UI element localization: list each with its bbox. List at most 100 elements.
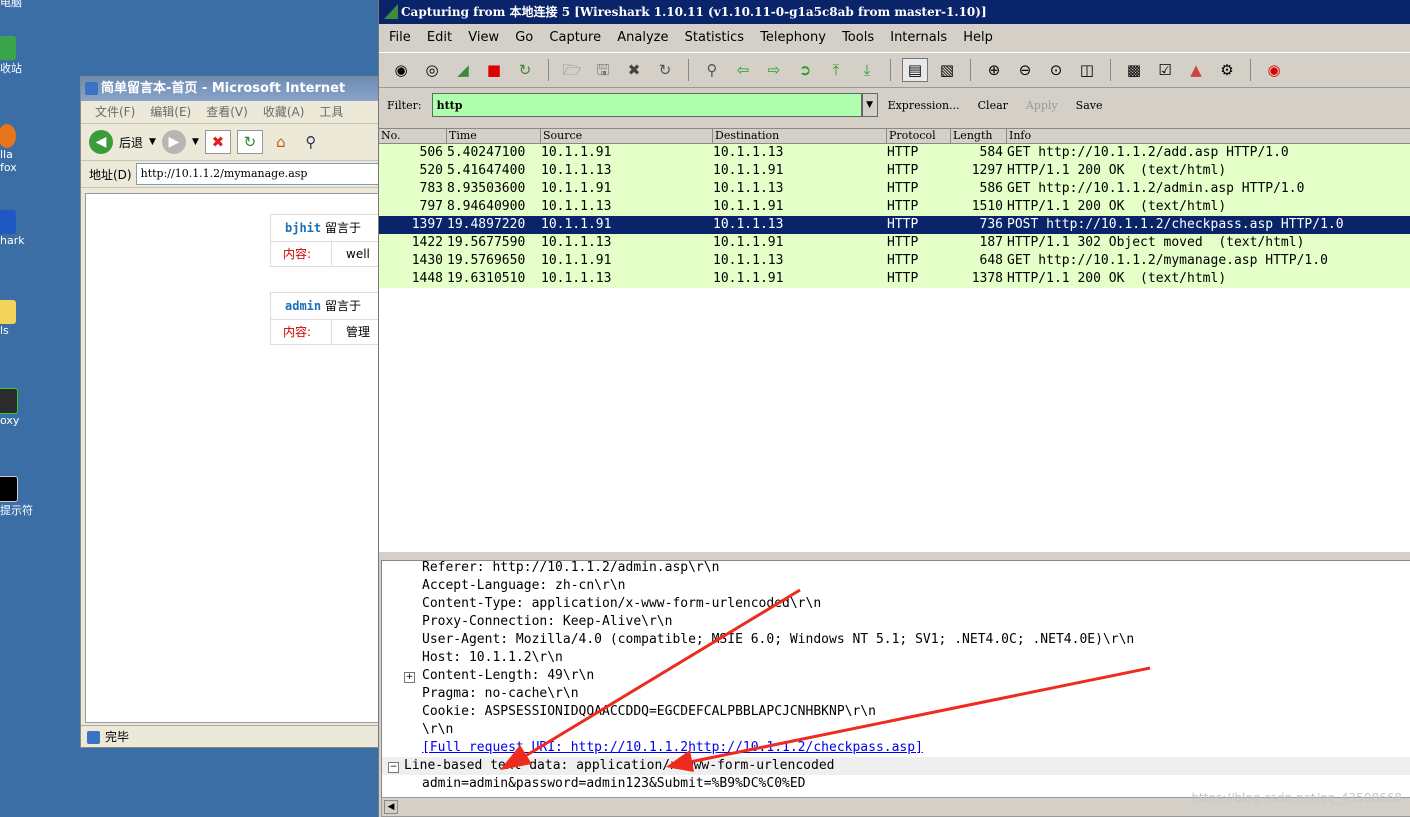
desktop-icon-wireshark[interactable]: hark [0, 210, 40, 247]
resize-columns-icon[interactable]: ◫ [1075, 59, 1099, 81]
zoom-in-icon[interactable]: ⊕ [982, 59, 1006, 81]
detail-line[interactable]: Host: 10.1.1.2\r\n [422, 649, 563, 667]
address-input[interactable]: http://10.1.1.2/mymanage.asp [135, 163, 386, 185]
scroll-left-icon[interactable]: ◀ [384, 800, 398, 814]
apply-button[interactable]: Apply [1026, 99, 1058, 112]
home-icon[interactable]: ⌂ [269, 131, 293, 153]
preferences-icon[interactable]: ⚙ [1215, 59, 1239, 81]
stop-icon[interactable]: ✖ [204, 130, 231, 154]
ie-menu-favorites[interactable]: 收藏(A) [263, 105, 305, 119]
expression-button[interactable]: Expression... [888, 99, 960, 112]
menu-capture[interactable]: Capture [549, 30, 601, 45]
detail-line[interactable]: User-Agent: Mozilla/4.0 (compatible; MSI… [422, 631, 1134, 649]
first-packet-icon[interactable]: ⤒ [824, 59, 848, 81]
detail-line[interactable]: Proxy-Connection: Keep-Alive\r\n [422, 613, 672, 631]
detail-line[interactable]: Pragma: no-cache\r\n [422, 685, 579, 703]
packet-row[interactable]: 783 8.93503600 10.1.1.91 10.1.1.13 HTTP 586 GE… [379, 180, 1410, 198]
refresh-icon[interactable]: ↻ [236, 130, 263, 154]
desktop-icon-proxy[interactable]: oxy [0, 388, 40, 427]
capture-filters-icon[interactable]: ▩ [1122, 59, 1146, 81]
filter-dropdown-icon[interactable]: ▼ [861, 93, 878, 117]
packet-row[interactable]: 797 8.94640900 10.1.1.13 10.1.1.91 HTTP 1510 H… [379, 198, 1410, 216]
go-forward-icon[interactable]: ⇨ [762, 59, 786, 81]
ie-menu-tools[interactable]: 工具 [319, 105, 343, 119]
menu-edit[interactable]: Edit [427, 30, 452, 45]
detail-line[interactable]: Content-Length: 49\r\n [422, 667, 594, 685]
go-back-icon[interactable]: ⇦ [731, 59, 755, 81]
column-no[interactable]: No. [379, 129, 447, 143]
restart-capture-icon[interactable]: ↻ [513, 59, 537, 81]
wireshark-title-bar[interactable]: Capturing from 本地连接 5 [Wireshark 1.10.11… [379, 0, 1410, 24]
save-file-icon[interactable]: 🖫 [591, 59, 615, 81]
menu-help[interactable]: Help [963, 30, 993, 45]
desktop-icon-recycle-bin[interactable]: 收站 [0, 36, 40, 76]
column-info[interactable]: Info [1007, 129, 1410, 143]
open-file-icon[interactable]: 🗁 [560, 59, 584, 81]
ie-title-bar[interactable]: 简单留言本-首页 - Microsoft Internet [81, 77, 386, 101]
find-packet-icon[interactable]: ⚲ [700, 59, 724, 81]
auto-scroll-icon[interactable]: ▧ [935, 59, 959, 81]
ie-menu-file[interactable]: 文件(F) [95, 105, 135, 119]
packet-row[interactable]: 1430 19.5769650 10.1.1.91 10.1.1.13 HTTP 648 G… [379, 252, 1410, 270]
detail-line-form-data[interactable]: admin=admin&password=admin123&Submit=%B9… [422, 775, 806, 793]
normal-size-icon[interactable]: ⊙ [1044, 59, 1068, 81]
column-length[interactable]: Length [951, 129, 1007, 143]
clear-button[interactable]: Clear [978, 99, 1008, 112]
collapse-icon[interactable]: − [388, 762, 399, 773]
last-packet-icon[interactable]: ⤓ [855, 59, 879, 81]
detail-line[interactable]: Referer: http://10.1.1.2/admin.asp\r\n [422, 559, 719, 577]
detail-line[interactable]: Accept-Language: zh-cn\r\n [422, 577, 626, 595]
menu-telephony[interactable]: Telephony [760, 30, 826, 45]
back-button-label[interactable]: 后退 [119, 134, 143, 151]
search-icon[interactable]: ⚲ [299, 131, 323, 153]
zoom-out-icon[interactable]: ⊖ [1013, 59, 1037, 81]
desktop-icon-command-prompt[interactable]: 提示符 [0, 476, 40, 518]
menu-statistics[interactable]: Statistics [685, 30, 744, 45]
start-capture-icon[interactable]: ◢ [451, 59, 475, 81]
menu-view[interactable]: View [468, 30, 499, 45]
column-time[interactable]: Time [447, 129, 541, 143]
message-content-row: 内容: 管理 [271, 320, 391, 344]
packet-row[interactable]: 506 5.40247100 10.1.1.91 10.1.1.13 HTTP 584 GE… [379, 144, 1410, 162]
packet-row[interactable]: 1448 19.6310510 10.1.1.13 10.1.1.91 HTTP 1378… [379, 270, 1410, 288]
menu-analyze[interactable]: Analyze [617, 30, 668, 45]
forward-arrow-icon[interactable]: ▶ [161, 130, 186, 154]
save-button[interactable]: Save [1076, 99, 1103, 112]
back-dropdown-icon[interactable]: ▼ [149, 137, 156, 147]
detail-line-text-data[interactable]: Line-based text data: application/x-www-… [382, 757, 1410, 775]
column-protocol[interactable]: Protocol [887, 129, 951, 143]
back-arrow-icon[interactable]: ◀ [89, 130, 113, 154]
ie-menu-view[interactable]: 查看(V) [206, 105, 248, 119]
help-icon[interactable]: ◉ [1262, 59, 1286, 81]
packet-row[interactable]: 520 5.41647400 10.1.1.13 10.1.1.91 HTTP 1297 H… [379, 162, 1410, 180]
full-request-uri-link[interactable]: [Full request URI: http://10.1.1.2http:/… [422, 739, 923, 757]
column-source[interactable]: Source [541, 129, 713, 143]
column-destination[interactable]: Destination [713, 129, 887, 143]
coloring-rules-icon[interactable]: ▲ [1184, 59, 1208, 81]
go-to-packet-icon[interactable]: ➲ [793, 59, 817, 81]
stop-capture-icon[interactable]: ■ [482, 59, 506, 81]
menu-internals[interactable]: Internals [890, 30, 947, 45]
detail-line[interactable]: Cookie: ASPSESSIONIDQQAACCDDQ=EGCDEFCALP… [422, 703, 876, 721]
desktop-icon-folder[interactable]: ls [0, 300, 40, 337]
ie-menu-edit[interactable]: 编辑(E) [150, 105, 191, 119]
close-file-icon[interactable]: ✖ [622, 59, 646, 81]
colorize-icon[interactable]: ▤ [902, 58, 928, 82]
packet-row[interactable]: 1422 19.5677590 10.1.1.13 10.1.1.91 HTTP 187 H… [379, 234, 1410, 252]
packet-row[interactable]: 1397 19.4897220 10.1.1.91 10.1.1.13 HTTP 736 P… [379, 216, 1410, 234]
menu-file[interactable]: File [389, 30, 411, 45]
menu-tools[interactable]: Tools [842, 30, 874, 45]
expand-icon[interactable]: + [404, 672, 415, 683]
display-filters-icon[interactable]: ☑ [1153, 59, 1177, 81]
packet-cell-info: GET http://10.1.1.2/add.asp HTTP/1.0 [1007, 145, 1289, 160]
interfaces-icon[interactable]: ◉ [389, 59, 413, 81]
reload-icon[interactable]: ↻ [653, 59, 677, 81]
detail-line[interactable]: \r\n [422, 721, 453, 739]
forward-dropdown-icon[interactable]: ▼ [192, 137, 199, 147]
desktop-icon-computer[interactable]: 电脑 [0, 0, 40, 10]
detail-line[interactable]: Content-Type: application/x-www-form-url… [422, 595, 821, 613]
options-icon[interactable]: ◎ [420, 59, 444, 81]
menu-go[interactable]: Go [515, 30, 533, 45]
filter-input[interactable]: http [431, 93, 862, 117]
desktop-icon-firefox[interactable]: lla fox [0, 124, 40, 174]
